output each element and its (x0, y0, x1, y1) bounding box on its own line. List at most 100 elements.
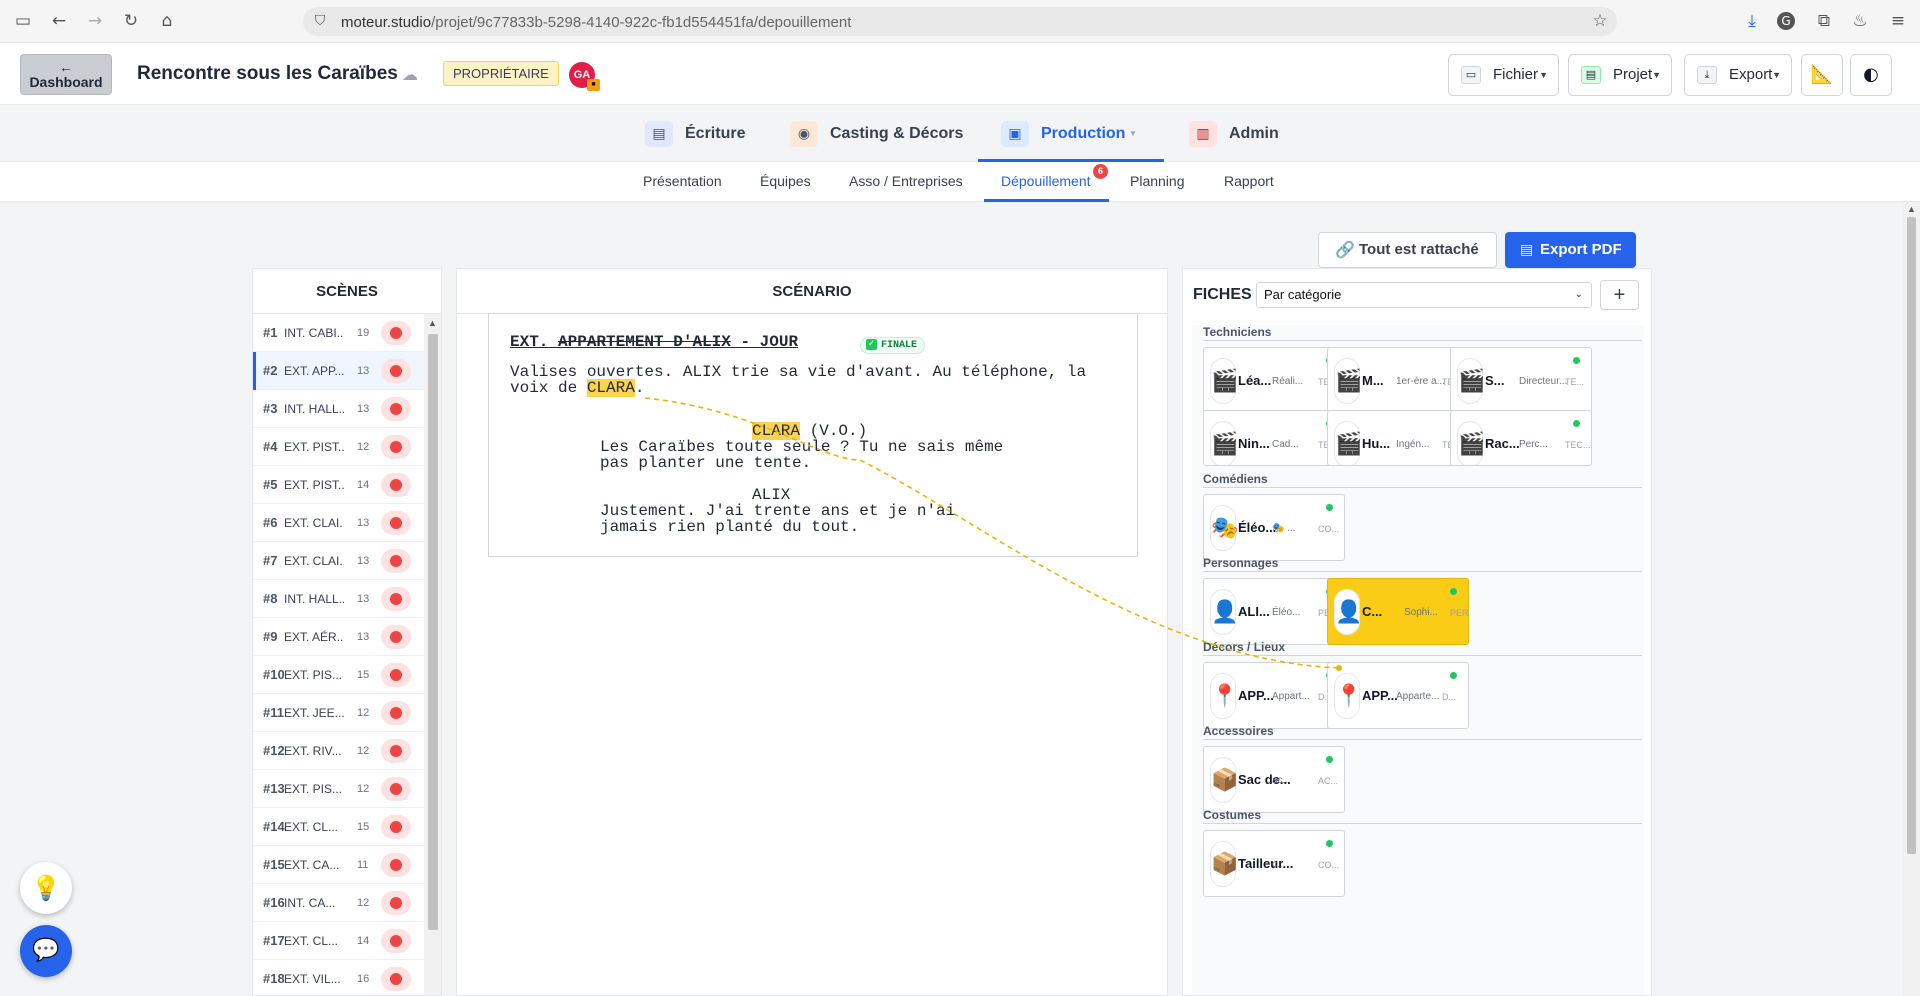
scene-row[interactable]: #17 EXT. CL... 14 (253, 922, 424, 960)
ruler-button[interactable]: 📐 (1801, 54, 1843, 96)
tab-casting-decors[interactable]: ◉ Casting & Décors (790, 105, 963, 162)
tab-production[interactable]: ▣ Production ▼ (1001, 105, 1151, 162)
flame-icon[interactable]: ♨ (1849, 10, 1871, 32)
scene-status[interactable] (381, 815, 411, 839)
scene-row[interactable]: #6 EXT. CLAI... 13 (253, 504, 424, 542)
scene-status[interactable] (381, 397, 411, 421)
fiche-card[interactable]: 🎭 Éléo... 🎭 ... CO... (1203, 494, 1345, 561)
scene-status[interactable] (381, 739, 411, 763)
tab-admin[interactable]: ▥ Admin (1189, 105, 1279, 162)
script-page[interactable]: EXT. APPARTEMENT D'ALIX - JOUR Valises o… (488, 313, 1138, 557)
scene-number: #4 (263, 439, 278, 454)
subtab-equipes[interactable]: Équipes (760, 162, 811, 202)
attach-all-button[interactable]: 🔗 Tout est rattaché (1318, 232, 1497, 268)
scene-status[interactable] (381, 473, 411, 497)
scene-row[interactable]: #11 EXT. JEE... 12 (253, 694, 424, 732)
home-icon[interactable]: ⌂ (156, 10, 178, 32)
scene-row[interactable]: #15 EXT. CA... 11 (253, 846, 424, 884)
downloads-icon[interactable]: ⤓ (1741, 10, 1763, 32)
profile-icon[interactable]: G (1777, 12, 1795, 30)
scroll-up-icon[interactable]: ▲ (428, 318, 437, 328)
subtab-planning[interactable]: Planning (1130, 162, 1185, 202)
scene-status[interactable] (381, 435, 411, 459)
scene-row[interactable]: #7 EXT. CLAI... 13 (253, 542, 424, 580)
subtab-rapport[interactable]: Rapport (1224, 162, 1274, 202)
fiche-card[interactable]: 📦 Tailleur... c... CO... (1203, 830, 1345, 897)
scene-row[interactable]: #8 INT. HALL... 13 (253, 580, 424, 618)
scene-status[interactable] (381, 321, 411, 345)
scene-status[interactable] (381, 967, 411, 991)
scene-row[interactable]: #12 EXT. RIV... 12 (253, 732, 424, 770)
scene-row[interactable]: #10 EXT. PIS... 15 (253, 656, 424, 694)
export-pdf-button[interactable]: ▤ Export PDF (1505, 232, 1636, 268)
bookmark-star-icon[interactable]: ☆ (1589, 10, 1611, 32)
scene-row[interactable]: #2 EXT. APP... 13 (253, 352, 424, 390)
scene-status[interactable] (381, 359, 411, 383)
scene-row[interactable]: #4 EXT. PIST... 12 (253, 428, 424, 466)
scene-row[interactable]: #5 EXT. PIST... 14 (253, 466, 424, 504)
back-icon[interactable]: ← (48, 10, 70, 32)
scene-number: #15 (263, 857, 285, 872)
fiche-card[interactable]: 🎬Léa...Réali...TEC... (1203, 347, 1345, 414)
fiche-card[interactable]: 👤ALI...Éléo...PER... (1203, 578, 1345, 645)
scenes-scrollbar[interactable]: ▲ (424, 314, 441, 995)
chat-button[interactable]: 💬 (20, 925, 72, 977)
theme-toggle-button[interactable]: ◐ (1850, 54, 1892, 96)
scene-row[interactable]: #14 EXT. CL... 15 (253, 808, 424, 846)
fiche-role: Perc... (1519, 439, 1548, 450)
address-bar[interactable]: ⛉ moteur.studio/projet/9c77833b-5298-414… (303, 7, 1617, 36)
scene-row[interactable]: #1 INT. CABI... 19 (253, 314, 424, 352)
fiche-section-title: Costumes (1203, 808, 1262, 822)
scene-row[interactable]: #13 EXT. PIS... 12 (253, 770, 424, 808)
fiche-card[interactable]: 👤C... Sophi... PERS... (1327, 578, 1469, 645)
tab-ecriture[interactable]: ▤ Écriture (645, 105, 745, 162)
subtab-depouillement[interactable]: Dépouillement (1001, 162, 1091, 202)
extensions-icon[interactable]: ⧉ (1813, 10, 1835, 32)
fiche-card[interactable]: 📍 APP... Apparte... D... (1327, 662, 1469, 729)
dashboard-button[interactable]: ← Dashboard (20, 54, 112, 95)
page-scrollbar[interactable]: ▲ (1903, 202, 1920, 996)
scene-row[interactable]: #3 INT. HALL... 13 (253, 390, 424, 428)
scene-status[interactable] (381, 625, 411, 649)
scroll-up-icon[interactable]: ▲ (1907, 204, 1916, 214)
subtab-presentation[interactable]: Présentation (643, 162, 722, 202)
scene-row[interactable]: #18 EXT. VIL... 16 (253, 960, 424, 995)
scene-status[interactable] (381, 587, 411, 611)
fichier-menu-button[interactable]: ▭ Fichier ▼ (1448, 54, 1559, 96)
forward-icon[interactable]: → (84, 10, 106, 32)
export-menu-button[interactable]: ⤓ Export ▼ (1684, 54, 1792, 96)
fiche-card[interactable]: 🎬Hu...Ingén...TEC... (1327, 410, 1469, 466)
scene-status[interactable] (381, 701, 411, 725)
fiche-card[interactable]: 📦 Sac de... ac... AC... (1203, 746, 1345, 813)
reload-icon[interactable]: ↻ (120, 10, 142, 32)
group-by-select[interactable]: Par catégorie ⌄ (1256, 282, 1592, 308)
fiche-card[interactable]: 🎬Nin...Cad...TEC... (1203, 410, 1345, 466)
projet-menu-button[interactable]: ▤ Projet ▼ (1568, 54, 1672, 96)
scene-status[interactable] (381, 853, 411, 877)
fiche-card[interactable]: 🎬 S... Directeur... TE... (1450, 347, 1592, 414)
scene-row[interactable]: #16 INT. CA... 12 (253, 884, 424, 922)
scene-status[interactable] (381, 891, 411, 915)
add-fiche-button[interactable]: + (1600, 280, 1639, 310)
scroll-thumb[interactable] (1907, 217, 1916, 854)
site-security-icon[interactable]: ⛉ (309, 10, 331, 32)
scene-status[interactable] (381, 511, 411, 535)
scroll-thumb[interactable] (428, 334, 438, 930)
sidebar-toggle-icon[interactable]: ▭ (12, 10, 34, 32)
scene-row[interactable]: #9 EXT. AÉR... 13 (253, 618, 424, 656)
scene-status[interactable] (381, 549, 411, 573)
scene-status[interactable] (381, 929, 411, 953)
fiche-role: c... (1272, 859, 1286, 870)
highlighted-character-clara[interactable]: CLARA (586, 379, 635, 397)
fiche-card[interactable]: 🎬M...1er-ère a...TE... (1327, 347, 1469, 414)
subtab-asso-entreprises[interactable]: Asso / Entreprises (849, 162, 963, 202)
tips-button[interactable]: 💡 (20, 862, 72, 914)
fiche-card[interactable]: 📍 APP... Appart... D... (1203, 662, 1345, 729)
scene-status[interactable] (381, 777, 411, 801)
fiche-card[interactable]: 🎬 Rac... Perc... TEC... (1450, 410, 1592, 466)
menu-icon[interactable]: ≡ (1887, 10, 1909, 32)
scene-status[interactable] (381, 663, 411, 687)
status-dot-icon (390, 669, 402, 681)
status-dot-icon (390, 707, 402, 719)
avatar[interactable]: GA ■ (569, 62, 600, 91)
